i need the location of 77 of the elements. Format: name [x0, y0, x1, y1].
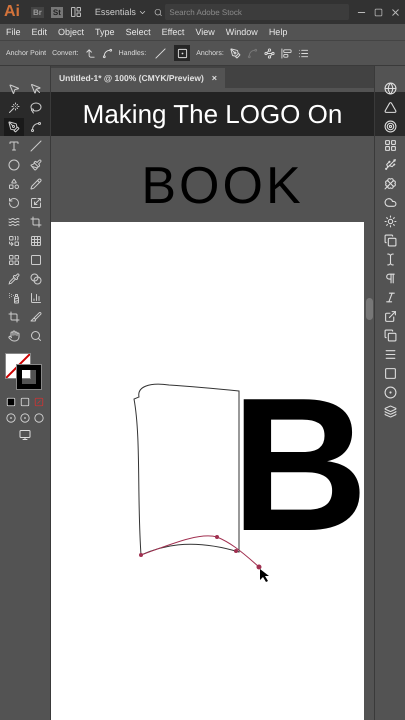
document-tab[interactable]: Untitled-1* @ 100% (CMYK/Preview) × — [51, 68, 226, 88]
target-icon[interactable] — [384, 120, 396, 133]
menu-item[interactable]: Effect — [162, 27, 184, 37]
menu-item[interactable]: View — [195, 27, 215, 37]
path-icon[interactable] — [264, 48, 275, 58]
shapes-icon — [8, 178, 20, 190]
corner-point-icon[interactable] — [84, 48, 96, 58]
export-icon[interactable] — [384, 310, 396, 323]
menu-item[interactable]: Object — [58, 27, 84, 37]
lasso-icon — [30, 102, 42, 114]
menu-item[interactable]: Edit — [32, 27, 48, 37]
pencil-icon — [30, 178, 42, 190]
pen-minus-icon[interactable] — [230, 48, 241, 58]
logo-letter: B — [231, 370, 368, 560]
smooth-point-icon[interactable] — [102, 48, 113, 58]
triangle-icon[interactable] — [384, 101, 396, 114]
artboard-icon — [8, 311, 20, 323]
close-icon[interactable] — [390, 6, 401, 18]
pen-icon — [8, 121, 20, 133]
globe-icon[interactable] — [384, 82, 396, 95]
stroke-icon[interactable] — [384, 348, 396, 361]
caption-text: Making The LOGO On — [82, 98, 342, 130]
tool-button[interactable] — [4, 118, 24, 136]
shape-builder-icon — [8, 235, 20, 247]
color-icon[interactable] — [6, 397, 16, 407]
pilcrow-icon[interactable] — [384, 272, 396, 285]
transparency-icon[interactable] — [384, 386, 396, 399]
eyedropper-icon — [8, 273, 20, 285]
arrow-pointer-icon — [8, 83, 20, 95]
search-field[interactable]: Search Adobe Stock — [165, 4, 349, 20]
warp-icon — [8, 216, 20, 228]
workspace-switcher[interactable]: Essentials — [94, 7, 147, 17]
cloud-icon[interactable] — [384, 196, 396, 209]
maximize-icon[interactable] — [374, 8, 383, 16]
align-icon[interactable] — [280, 48, 292, 58]
italic-icon[interactable] — [384, 291, 396, 304]
stroke-swatch[interactable] — [17, 365, 41, 389]
hand-icon — [8, 330, 20, 342]
menu-item[interactable]: File — [6, 27, 21, 37]
hollow-pointer-icon — [30, 83, 42, 95]
blend-icon — [30, 273, 42, 285]
layout-icon[interactable] — [70, 6, 82, 18]
canvas-heading: BOOK — [140, 160, 304, 212]
line-icon — [30, 140, 42, 152]
app-logo: Ai — [4, 3, 21, 21]
screen-mode-icon[interactable] — [19, 429, 31, 441]
draw-inside-icon[interactable] — [34, 413, 44, 423]
wand-icon — [8, 102, 20, 114]
column-graph-icon — [30, 292, 42, 304]
sun-icon[interactable] — [384, 215, 396, 228]
bridge-button[interactable]: Br — [31, 6, 44, 18]
menu-item[interactable]: Help — [268, 27, 288, 37]
search-icon[interactable] — [154, 8, 162, 16]
none-slash-icon — [6, 354, 30, 378]
copy-icon[interactable] — [384, 234, 396, 247]
slice-icon — [30, 311, 42, 323]
swatches-icon[interactable] — [384, 139, 396, 152]
zoom-icon — [30, 330, 42, 342]
close-tab-button[interactable]: × — [212, 73, 218, 83]
brush-icon — [30, 159, 42, 171]
layers-icon[interactable] — [384, 405, 396, 418]
scroll-thumb[interactable] — [366, 298, 372, 320]
handles-button[interactable] — [174, 45, 190, 61]
perspective-grid-icon — [30, 235, 42, 247]
curve-pen-icon — [30, 121, 42, 133]
menu-item[interactable]: Window — [226, 27, 258, 37]
handle-line-icon — [154, 48, 166, 58]
type-icon — [8, 140, 20, 152]
scale-icon — [30, 197, 42, 209]
menu-item[interactable]: Type — [95, 27, 115, 37]
rotate-icon — [8, 197, 20, 209]
menu-item[interactable]: Select — [126, 27, 151, 37]
draw-normal-icon[interactable] — [6, 413, 16, 423]
stock-button[interactable]: St — [50, 6, 63, 18]
draw-behind-icon[interactable] — [20, 413, 30, 423]
clover-icon[interactable] — [384, 177, 396, 190]
ellipse-icon — [8, 159, 20, 171]
